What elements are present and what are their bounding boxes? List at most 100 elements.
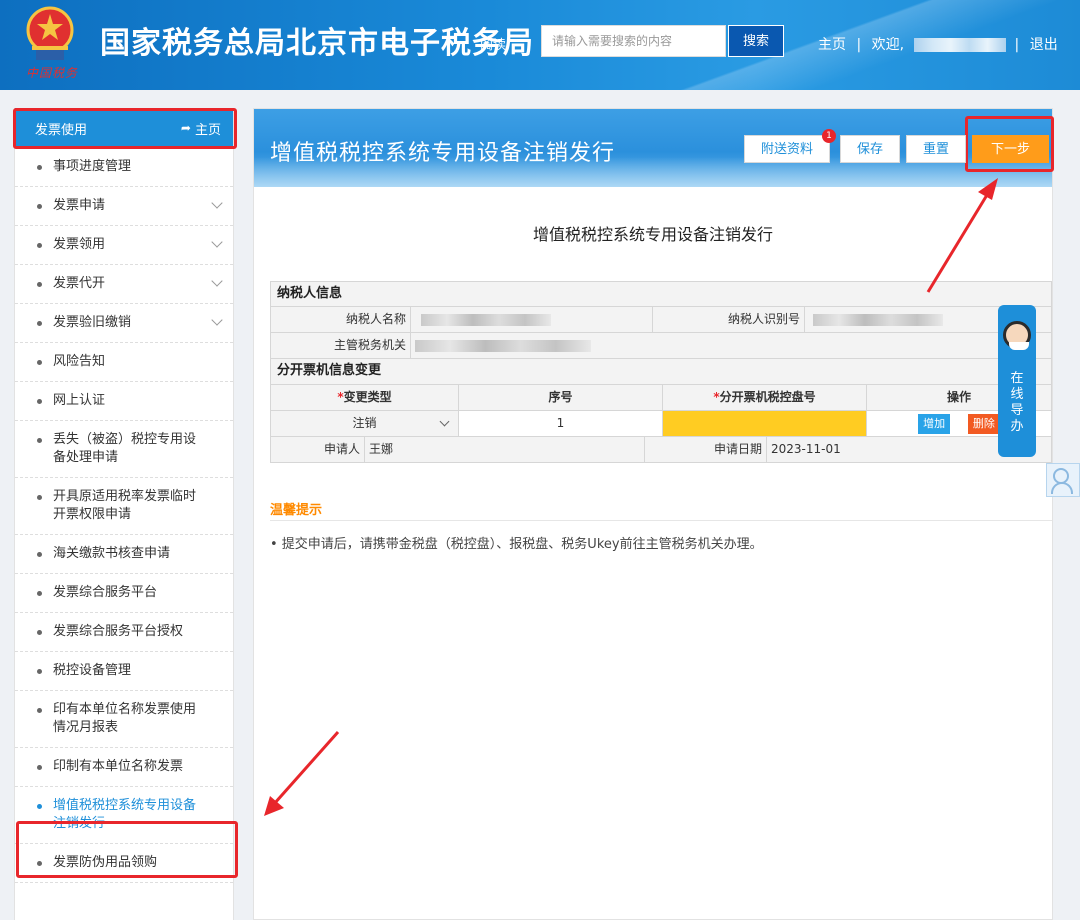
bullet-icon bbox=[37, 495, 42, 500]
sidebar-item[interactable]: 增值税税控系统专用设备注销发行 bbox=[15, 787, 233, 844]
add-row-button[interactable]: 增加 bbox=[918, 414, 951, 434]
sidebar-item-label: 发票综合服务平台 bbox=[53, 585, 158, 600]
reset-button[interactable]: 重置 bbox=[906, 135, 967, 163]
bullet-icon bbox=[37, 321, 42, 326]
welcome-text: 欢迎, bbox=[871, 37, 905, 53]
sidebar-section-title: 发票使用 bbox=[35, 122, 88, 138]
sidebar-item[interactable]: 发票验旧缴销 bbox=[15, 304, 233, 343]
sidebar-item-label: 发票领用 bbox=[53, 237, 106, 252]
username-redacted bbox=[914, 38, 1007, 52]
sidebar-item[interactable]: 发票防伪用品领购 bbox=[15, 844, 233, 883]
authority-row: 主管税务机关 bbox=[270, 333, 1052, 359]
online-guide-label: 在线导办 bbox=[1010, 371, 1024, 434]
chevron-down-icon bbox=[211, 275, 223, 287]
delete-row-button[interactable]: 删除 bbox=[967, 414, 1000, 434]
bullet-icon bbox=[37, 243, 42, 248]
seq-value: 1 bbox=[459, 411, 663, 436]
chevron-down-icon bbox=[439, 416, 450, 427]
sidebar-menu: 事项进度管理 发票申请发票领用发票代开发票验旧缴销风险告知网上认证丢失（被盗）税控… bbox=[15, 148, 233, 883]
nav-separator: | bbox=[1014, 37, 1020, 53]
table-header-row: *变更类型 序号 *分开票机税控盘号 操作 bbox=[270, 385, 1052, 411]
sidebar-item[interactable]: 事项进度管理 bbox=[15, 148, 233, 187]
save-button[interactable]: 保存 bbox=[840, 135, 901, 163]
sidebar-item-label: 发票防伪用品领购 bbox=[53, 855, 158, 870]
form-title: 增值税税控系统专用设备注销发行 bbox=[532, 225, 773, 244]
emblem-caption: 中国税务 bbox=[26, 66, 79, 80]
applicant-value: 王娜 bbox=[365, 437, 645, 462]
page-title: 增值税税控系统专用设备注销发行 bbox=[270, 141, 616, 166]
site-header: 中国税务 国家税务总局北京市电子税务局 阅读 请输入需要搜索的内容 搜索 主页 … bbox=[0, 0, 1080, 90]
col-seq: 序号 bbox=[459, 385, 663, 410]
user-service-icon[interactable] bbox=[1046, 463, 1080, 497]
main-panel: 增值税税控系统专用设备注销发行 附送资料 1 保存 重置 下一步 增值税税控系统… bbox=[253, 108, 1053, 920]
sidebar-item-label: 网上认证 bbox=[53, 393, 106, 408]
tax-authority-label: 主管税务机关 bbox=[271, 333, 411, 358]
tax-authority-value bbox=[411, 333, 1051, 358]
sidebar-item[interactable]: 海关缴款书核查申请 bbox=[15, 535, 233, 574]
back-arrow-icon: ➦ bbox=[180, 121, 191, 135]
taxpayer-section-title: 纳税人信息 bbox=[270, 281, 1052, 307]
bullet-icon bbox=[37, 804, 42, 809]
sidebar-item-label: 事项进度管理 bbox=[53, 159, 132, 174]
sidebar-home-label: 主页 bbox=[194, 122, 221, 138]
sidebar-item-label: 增值税税控系统专用设备注销发行 bbox=[53, 798, 197, 831]
sidebar-item[interactable]: 税控设备管理 bbox=[15, 652, 233, 691]
bullet-icon bbox=[37, 282, 42, 287]
disk-no-input[interactable] bbox=[663, 411, 867, 436]
taxpayer-id-label: 纳税人识别号 bbox=[653, 307, 805, 332]
bullet-icon bbox=[37, 438, 42, 443]
bullet-icon bbox=[37, 552, 42, 557]
attach-materials-button[interactable]: 附送资料 bbox=[744, 135, 831, 163]
nav-separator: | bbox=[856, 37, 862, 53]
sidebar-item[interactable]: 发票申请 bbox=[15, 187, 233, 226]
bullet-icon bbox=[37, 765, 42, 770]
sidebar-item[interactable]: 发票综合服务平台 bbox=[15, 574, 233, 613]
application-form: 纳税人信息 纳税人名称 纳税人识别号 主管税务机关 分开票机信息变更 *变更类型… bbox=[270, 281, 1052, 463]
tax-emblem-icon bbox=[26, 6, 74, 60]
chevron-down-icon bbox=[211, 236, 223, 248]
online-guide-widget[interactable]: 在线导办 bbox=[998, 305, 1036, 457]
sidebar-item-label: 海关缴款书核查申请 bbox=[53, 546, 171, 561]
attach-count-badge: 1 bbox=[822, 129, 836, 143]
sidebar-home-link[interactable]: ➦ 主页 bbox=[181, 119, 221, 138]
logout-link[interactable]: 退出 bbox=[1030, 37, 1058, 53]
col-disk-no: *分开票机税控盘号 bbox=[663, 385, 867, 410]
sidebar: 发票使用 ➦ 主页 事项进度管理 发票申请发票领用发票代开发票验旧缴销风险告知网上… bbox=[14, 108, 234, 920]
sidebar-item[interactable]: 开具原适用税率发票临时开票权限申请 bbox=[15, 478, 233, 535]
sidebar-item-label: 丢失（被盗）税控专用设备处理申请 bbox=[53, 432, 197, 465]
sidebar-item-label: 发票代开 bbox=[53, 276, 106, 291]
apply-date-label: 申请日期 bbox=[645, 437, 767, 462]
home-link[interactable]: 主页 bbox=[818, 37, 846, 53]
top-nav: 主页 | 欢迎, | 退出 bbox=[818, 34, 1064, 54]
applicant-label: 申请人 bbox=[271, 437, 365, 462]
applicant-row: 申请人 王娜 申请日期 2023-11-01 bbox=[270, 437, 1052, 463]
sidebar-item[interactable]: 印有本单位名称发票使用情况月报表 bbox=[15, 691, 233, 748]
sidebar-item[interactable]: 发票领用 bbox=[15, 226, 233, 265]
taxpayer-name-value bbox=[411, 307, 653, 332]
sidebar-item[interactable]: 网上认证 bbox=[15, 382, 233, 421]
sidebar-item[interactable]: 印制有本单位名称发票 bbox=[15, 748, 233, 787]
change-type-select[interactable]: 注销 bbox=[271, 411, 459, 436]
read-link[interactable]: 阅读 bbox=[480, 34, 506, 53]
col-change-type: *变更类型 bbox=[271, 385, 459, 410]
tips-divider bbox=[270, 520, 1052, 521]
search-input[interactable]: 请输入需要搜索的内容 bbox=[541, 25, 726, 57]
sidebar-item[interactable]: 丢失（被盗）税控专用设备处理申请 bbox=[15, 421, 233, 478]
bullet-icon bbox=[37, 591, 42, 596]
next-step-button[interactable]: 下一步 bbox=[972, 135, 1050, 163]
sidebar-item[interactable]: 发票综合服务平台授权 bbox=[15, 613, 233, 652]
customer-service-icon bbox=[1003, 321, 1031, 350]
search-button[interactable]: 搜索 bbox=[728, 25, 784, 57]
sidebar-item-label: 发票综合服务平台授权 bbox=[53, 624, 184, 639]
bullet-icon bbox=[37, 399, 42, 404]
sidebar-header: 发票使用 ➦ 主页 bbox=[15, 108, 233, 148]
sidebar-item-label: 发票申请 bbox=[53, 198, 106, 213]
sidebar-item-label: 发票验旧缴销 bbox=[53, 315, 132, 330]
sidebar-item[interactable]: 发票代开 bbox=[15, 265, 233, 304]
tips-title: 温馨提示 bbox=[270, 503, 323, 518]
site-title: 国家税务总局北京市电子税务局 bbox=[100, 26, 534, 61]
bullet-icon bbox=[37, 630, 42, 635]
bullet-icon bbox=[37, 360, 42, 365]
bullet-icon bbox=[37, 204, 42, 209]
sidebar-item[interactable]: 风险告知 bbox=[15, 343, 233, 382]
